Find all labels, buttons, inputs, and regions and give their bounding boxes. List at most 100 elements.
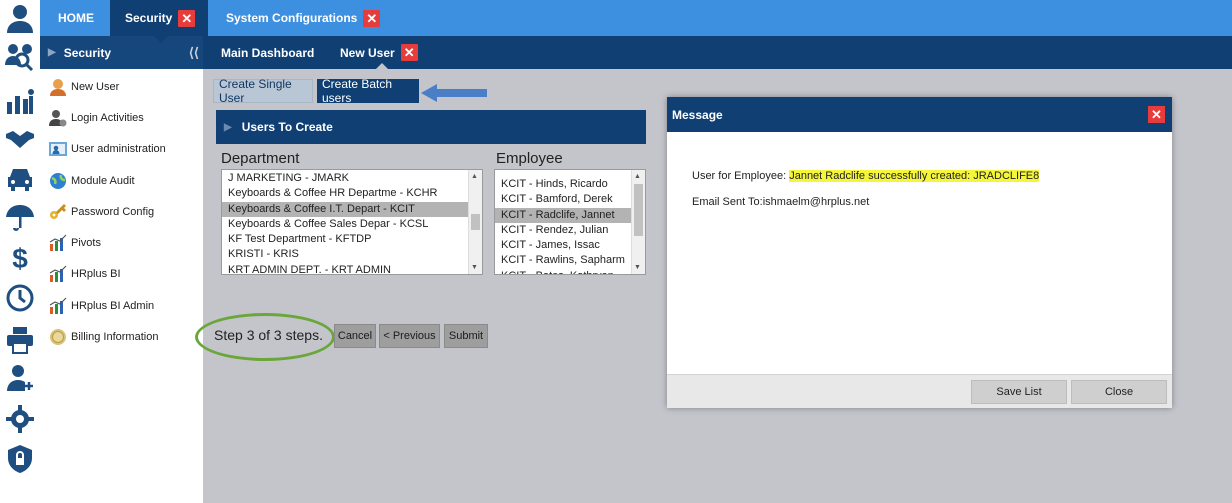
list-item[interactable]: Keyboards & Coffee HR Departme - KCHR bbox=[222, 186, 482, 201]
menu-pivots[interactable]: Pivots bbox=[48, 230, 101, 256]
create-batch-users-button[interactable]: Create Batch users bbox=[317, 77, 419, 105]
printer-icon[interactable] bbox=[4, 324, 36, 356]
list-item[interactable]: J MARKETING - JMARK bbox=[222, 171, 482, 186]
cancel-button[interactable]: Cancel bbox=[334, 324, 376, 348]
close-tab-new-user-icon[interactable]: ✕ bbox=[400, 44, 418, 61]
close-tab-system-configurations-icon[interactable]: ✕ bbox=[363, 9, 381, 27]
create-single-user-button[interactable]: Create Single User bbox=[213, 77, 313, 105]
employee-list[interactable]: KCIT - Hinds, Ricardo KCIT - Bamford, Der… bbox=[494, 169, 646, 275]
employee-scrollbar[interactable]: ▲ ▼ bbox=[631, 170, 645, 274]
menu-label: Billing Information bbox=[71, 331, 159, 343]
list-item[interactable]: KRISTI - KRIS bbox=[222, 247, 482, 262]
car-icon[interactable] bbox=[4, 164, 36, 196]
annotation-arrow bbox=[421, 84, 487, 102]
tab-home[interactable]: HOME bbox=[58, 0, 94, 36]
cancel-label: Cancel bbox=[337, 330, 373, 342]
active-tab-notch bbox=[375, 63, 389, 70]
bar-chart-icon bbox=[48, 296, 68, 316]
dialog-message-line: User for Employee: Jannet Radclife succe… bbox=[692, 170, 1040, 182]
dialog-close-icon[interactable]: ✕ bbox=[1148, 106, 1165, 123]
menu-new-user[interactable]: New User bbox=[48, 74, 119, 100]
menu-label: New User bbox=[71, 81, 120, 93]
add-person-icon[interactable] bbox=[4, 362, 36, 394]
menu-user-administration[interactable]: User administration bbox=[48, 136, 166, 162]
person-icon[interactable] bbox=[4, 2, 36, 34]
scroll-down-icon[interactable]: ▼ bbox=[634, 264, 641, 271]
user-admin-icon bbox=[48, 139, 68, 159]
list-item[interactable]: KCIT - Rawlins, Sapharm bbox=[495, 253, 645, 268]
tab-system-configurations[interactable]: System Configurations ✕ bbox=[226, 0, 381, 36]
list-item[interactable]: KRT ADMIN DEPT. - KRT ADMIN bbox=[222, 263, 482, 274]
bar-chart-icon bbox=[48, 233, 68, 253]
dialog-title: Message bbox=[672, 107, 723, 122]
close-tab-security-icon[interactable]: ✕ bbox=[178, 9, 196, 27]
department-list[interactable]: J MARKETING - JMARK Keyboards & Coffee HR… bbox=[221, 169, 483, 275]
dollar-icon[interactable]: $ bbox=[4, 241, 36, 273]
key-icon bbox=[48, 202, 68, 222]
handshake-icon[interactable] bbox=[4, 123, 36, 155]
department-scrollbar[interactable]: ▲ ▼ bbox=[468, 170, 482, 274]
section-label: Security bbox=[63, 45, 112, 60]
user-add-icon bbox=[48, 77, 68, 97]
shield-lock-icon[interactable] bbox=[4, 443, 36, 475]
scroll-thumb[interactable] bbox=[471, 214, 480, 230]
annotation-circle bbox=[195, 313, 335, 361]
svg-text:$: $ bbox=[12, 243, 28, 272]
list-item[interactable]: KCIT - Bates, Kathryan bbox=[495, 269, 645, 274]
message-prefix: User for Employee: bbox=[692, 170, 790, 182]
section-header-security[interactable]: ▶ Security ⟨⟨ bbox=[40, 36, 203, 69]
list-item[interactable]: KCIT - Rendez, Julian bbox=[495, 223, 645, 238]
menu-billing-information[interactable]: Billing Information bbox=[48, 324, 158, 350]
menu-hrplus-bi[interactable]: HRplus BI bbox=[48, 261, 121, 287]
scroll-up-icon[interactable]: ▲ bbox=[471, 173, 478, 180]
email-sent-line: Email Sent To:ishmaelm@hrplus.net bbox=[692, 196, 870, 208]
list-item[interactable]: KCIT - Radclife, Jannet bbox=[495, 207, 645, 223]
security-tab-notch bbox=[154, 36, 168, 43]
previous-label: < Previous bbox=[383, 330, 436, 342]
users-search-icon[interactable] bbox=[4, 40, 36, 72]
submit-button[interactable]: Submit bbox=[444, 324, 488, 348]
top-tab-bar: HOME Security ✕ System Configurations ✕ bbox=[40, 0, 1232, 36]
chevron-right-icon: ▶ bbox=[48, 47, 56, 58]
tab-main-dashboard[interactable]: Main Dashboard bbox=[221, 36, 314, 69]
message-highlight: Jannet Radclife successfully created: JR… bbox=[789, 170, 1040, 182]
menu-login-activities[interactable]: Login Activities bbox=[48, 105, 144, 131]
menu-label: HRplus BI Admin bbox=[71, 300, 155, 312]
people-chart-icon[interactable] bbox=[4, 85, 36, 117]
dialog-header: Message ✕ bbox=[667, 97, 1172, 132]
clock-icon[interactable] bbox=[4, 282, 36, 314]
tab-main-dashboard-label: Main Dashboard bbox=[221, 45, 315, 60]
list-item[interactable]: KCIT - Bamford, Derek bbox=[495, 192, 645, 207]
scroll-up-icon[interactable]: ▲ bbox=[634, 173, 641, 180]
scroll-down-icon[interactable]: ▼ bbox=[471, 264, 478, 271]
list-item[interactable]: KF Test Department - KFTDP bbox=[222, 232, 482, 247]
department-label: Department bbox=[221, 150, 300, 167]
tab-home-label: HOME bbox=[58, 11, 94, 25]
umbrella-icon[interactable] bbox=[4, 202, 36, 234]
menu-module-audit[interactable]: Module Audit bbox=[48, 168, 135, 194]
tab-security-label: Security bbox=[125, 11, 173, 25]
tab-security[interactable]: Security ✕ bbox=[110, 0, 208, 36]
list-item[interactable]: Keyboards & Coffee Sales Depar - KCSL bbox=[222, 217, 482, 232]
chevron-right-icon: ▶ bbox=[224, 121, 232, 133]
settings-icon[interactable] bbox=[4, 403, 36, 435]
menu-label: Login Activities bbox=[71, 112, 144, 124]
close-button[interactable]: Close bbox=[1071, 380, 1167, 404]
menu-hrplus-bi-admin[interactable]: HRplus BI Admin bbox=[48, 293, 154, 319]
collapse-pin-icon[interactable]: ⟨⟨ bbox=[189, 45, 199, 61]
tab-system-configurations-label: System Configurations bbox=[226, 11, 358, 25]
close-label: Close bbox=[1104, 386, 1134, 398]
icon-rail: $ bbox=[0, 0, 40, 503]
save-list-button[interactable]: Save List bbox=[971, 380, 1067, 404]
menu-password-config[interactable]: Password Config bbox=[48, 199, 154, 225]
menu-label: Pivots bbox=[71, 237, 101, 249]
previous-button[interactable]: < Previous bbox=[379, 324, 440, 348]
list-item[interactable]: KCIT - Hinds, Ricardo bbox=[495, 177, 645, 192]
list-item[interactable]: Keyboards & Coffee I.T. Depart - KCIT bbox=[222, 201, 482, 217]
list-item[interactable]: KCIT - James, Issac bbox=[495, 238, 645, 253]
create-single-user-label: Create Single User bbox=[219, 77, 292, 105]
security-menu: New User Login Activities User administr… bbox=[40, 69, 203, 503]
users-to-create-header[interactable]: ▶ Users To Create bbox=[216, 110, 646, 144]
scroll-thumb[interactable] bbox=[634, 184, 643, 236]
menu-label: HRplus BI bbox=[71, 268, 121, 280]
